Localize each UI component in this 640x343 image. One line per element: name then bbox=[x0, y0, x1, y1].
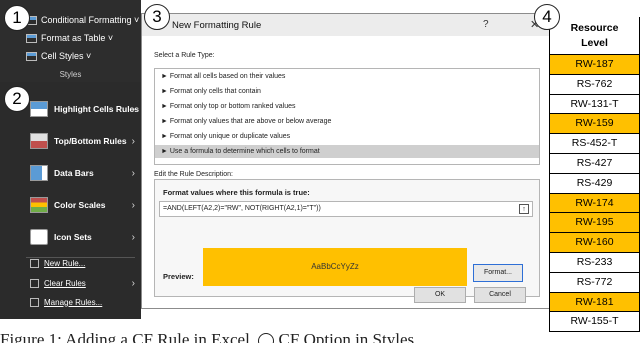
preview-label: Preview: bbox=[163, 272, 194, 281]
dialog-title: New Formatting Rule bbox=[172, 20, 262, 31]
color-scales-icon bbox=[30, 197, 48, 213]
rule-type-list: ► Format all cells based on their values… bbox=[154, 68, 540, 165]
resource-level-cell: RW-159 bbox=[550, 114, 639, 135]
menu-item-label: Manage Rules... bbox=[44, 297, 103, 307]
resource-level-cell: RS-233 bbox=[550, 253, 639, 273]
clear-rules-icon bbox=[30, 278, 39, 288]
conditional-formatting-menu: Highlight Cells Rules › Top/Bottom Rules… bbox=[0, 82, 141, 319]
badge-2: 2 bbox=[4, 86, 30, 112]
menu-item-data-bars[interactable]: Data Bars › bbox=[0, 158, 141, 188]
menu-item-label: Top/Bottom Rules bbox=[54, 136, 127, 146]
styles-group-label: Styles bbox=[59, 70, 82, 79]
resource-level-cell: RW-195 bbox=[550, 213, 639, 234]
menu-item-label: Highlight Cells Rules bbox=[54, 104, 140, 114]
resource-level-cell: RW-131-T bbox=[550, 95, 639, 115]
resource-level-cell: RW-181 bbox=[550, 292, 639, 313]
badge-1: 1 bbox=[4, 5, 30, 31]
format-as-table-label: Format as Table ˅ bbox=[41, 33, 114, 43]
menu-item-icon-sets[interactable]: Icon Sets › bbox=[0, 222, 141, 252]
preview-box: AaBbCcYyZz bbox=[203, 248, 467, 286]
formula-input[interactable]: =AND(LEFT(A2,2)="RW", NOT(RIGHT(A2,1)="T… bbox=[159, 201, 533, 217]
new-rule-icon bbox=[30, 258, 39, 268]
resource-level-column: Resource Level RW-187 RS-762 RW-131-T RW-15… bbox=[549, 17, 640, 333]
cell-styles-icon bbox=[26, 51, 37, 61]
menu-item-color-scales[interactable]: Color Scales › bbox=[0, 190, 141, 220]
ok-button[interactable]: OK bbox=[414, 287, 466, 303]
menu-item-clear-rules[interactable]: Clear Rules › bbox=[0, 274, 141, 292]
format-as-table-button[interactable]: Format as Table ˅ bbox=[26, 31, 113, 45]
resource-level-cell: RS-452-T bbox=[550, 134, 639, 154]
edit-rule-description-label: Edit the Rule Description: bbox=[154, 171, 233, 178]
range-select-icon[interactable]: ↑ bbox=[519, 204, 529, 214]
cancel-button[interactable]: Cancel bbox=[474, 287, 526, 303]
circled-number-icon bbox=[258, 333, 275, 343]
caption-text: Figure 1: Adding a CF Rule in Excel. bbox=[0, 330, 255, 343]
formula-text: =AND(LEFT(A2,2)="RW", NOT(RIGHT(A2,1)="T… bbox=[163, 205, 321, 212]
column-header: Resource Level bbox=[550, 17, 639, 55]
badge-3: 3 bbox=[144, 4, 170, 30]
formula-header: Format values where this formula is true… bbox=[163, 188, 310, 197]
select-rule-type-label: Select a Rule Type: bbox=[154, 52, 215, 59]
resource-level-cell: RW-174 bbox=[550, 193, 639, 214]
badge-4: 4 bbox=[534, 4, 560, 30]
resource-level-cell: RW-160 bbox=[550, 233, 639, 253]
chevron-right-icon: › bbox=[131, 103, 135, 115]
resource-level-cell: RS-762 bbox=[550, 75, 639, 95]
conditional-formatting-button[interactable]: Conditional Formatting ˅ bbox=[26, 13, 139, 27]
caption-text-rest: CF Option in Styles bbox=[278, 330, 415, 343]
cell-styles-label: Cell Styles ˅ bbox=[41, 51, 92, 61]
menu-item-label: Data Bars bbox=[54, 168, 94, 178]
column-header-line1: Resource bbox=[570, 22, 619, 34]
menu-item-new-rule[interactable]: New Rule... bbox=[0, 254, 141, 272]
format-as-table-icon bbox=[26, 33, 37, 43]
dialog-titlebar: New Formatting Rule ? ✕ bbox=[142, 14, 549, 36]
data-bars-icon bbox=[30, 165, 48, 181]
icon-sets-icon bbox=[30, 229, 48, 245]
chevron-right-icon: › bbox=[131, 199, 135, 211]
menu-item-manage-rules[interactable]: Manage Rules... bbox=[0, 293, 141, 311]
rule-type-item[interactable]: ► Format all cells based on their values bbox=[155, 70, 539, 83]
top-bottom-icon bbox=[30, 133, 48, 149]
help-icon[interactable]: ? bbox=[483, 19, 489, 30]
new-formatting-rule-dialog: New Formatting Rule ? ✕ Select a Rule Ty… bbox=[141, 13, 550, 309]
menu-item-label: Clear Rules bbox=[44, 278, 86, 288]
cell-styles-button[interactable]: Cell Styles ˅ bbox=[26, 49, 91, 63]
resource-level-cell: RW-187 bbox=[550, 55, 639, 75]
menu-item-label: New Rule... bbox=[44, 258, 86, 268]
column-header-line2: Level bbox=[581, 37, 608, 49]
figure-caption: Figure 1: Adding a CF Rule in Excel. CF … bbox=[0, 326, 640, 343]
rule-type-item-selected[interactable]: ► Use a formula to determine which cells… bbox=[155, 145, 539, 158]
manage-rules-icon bbox=[30, 297, 39, 307]
highlight-cells-icon bbox=[30, 101, 48, 117]
menu-item-label: Color Scales bbox=[54, 200, 106, 210]
rule-description-panel: Format values where this formula is true… bbox=[154, 179, 540, 297]
rule-type-item[interactable]: ► Format only top or bottom ranked value… bbox=[155, 100, 539, 113]
conditional-formatting-label: Conditional Formatting ˅ bbox=[41, 15, 140, 25]
chevron-right-icon: › bbox=[131, 277, 135, 289]
chevron-right-icon: › bbox=[131, 135, 135, 147]
rule-type-item[interactable]: ► Format only unique or duplicate values bbox=[155, 130, 539, 143]
rule-type-item[interactable]: ► Format only cells that contain bbox=[155, 85, 539, 98]
resource-level-cell: RS-429 bbox=[550, 174, 639, 194]
resource-level-cell: RS-427 bbox=[550, 154, 639, 174]
resource-level-cell: RS-772 bbox=[550, 273, 639, 293]
chevron-right-icon: › bbox=[131, 167, 135, 179]
menu-item-label: Icon Sets bbox=[54, 232, 92, 242]
format-button[interactable]: Format... bbox=[473, 264, 523, 282]
menu-item-top-bottom-rules[interactable]: Top/Bottom Rules › bbox=[0, 126, 141, 156]
rule-type-item[interactable]: ► Format only values that are above or b… bbox=[155, 115, 539, 128]
chevron-right-icon: › bbox=[131, 231, 135, 243]
